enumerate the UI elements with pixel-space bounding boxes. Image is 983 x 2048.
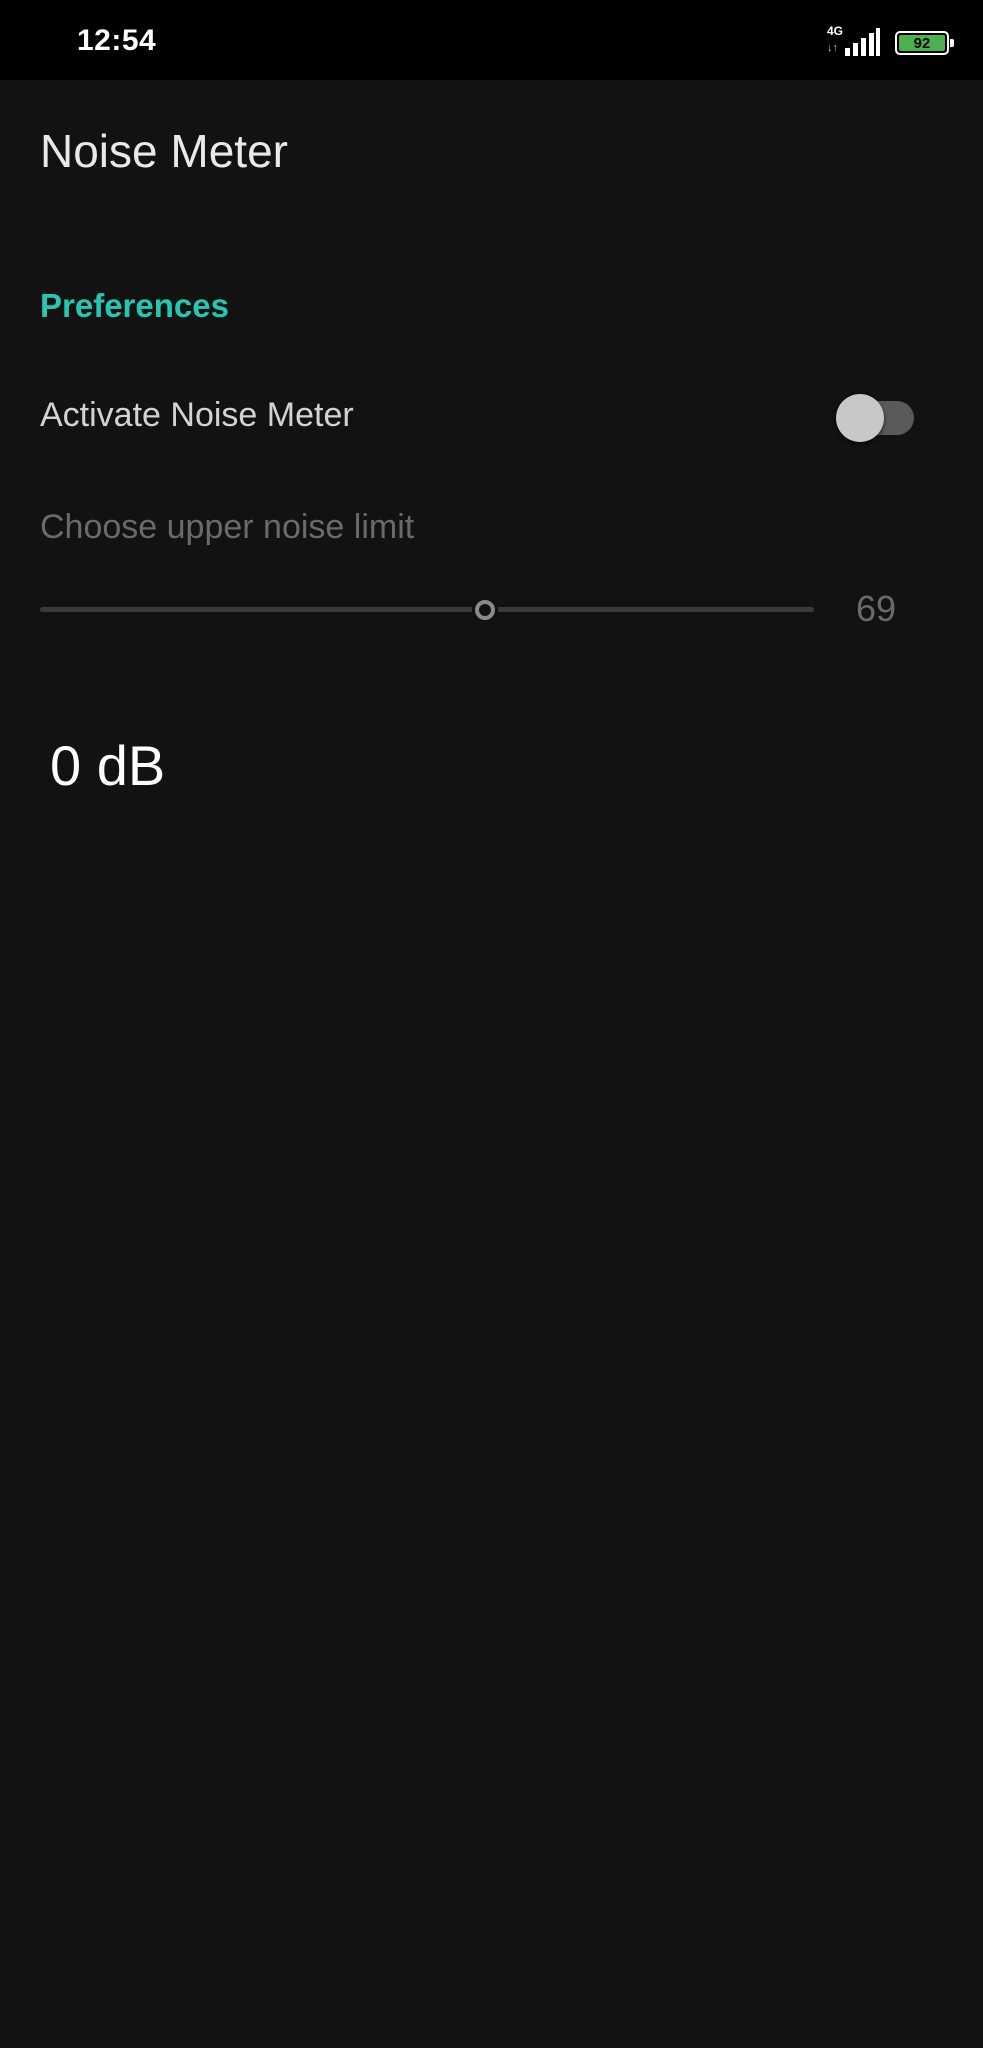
noise-limit-label: Choose upper noise limit bbox=[40, 508, 415, 546]
activate-noise-meter-label: Activate Noise Meter bbox=[40, 396, 354, 434]
battery-level: 92 bbox=[899, 35, 945, 52]
signal-bars-icon bbox=[845, 28, 880, 56]
switch-thumb bbox=[836, 394, 884, 442]
decibel-reading: 0 dB bbox=[50, 734, 166, 797]
network-type-label: 4G bbox=[827, 24, 844, 38]
slider-track bbox=[40, 607, 814, 612]
data-activity-icon: ↓↑ bbox=[827, 42, 838, 54]
noise-limit-slider[interactable] bbox=[40, 588, 814, 632]
status-bar: 12:54 4G ↓↑ 92 bbox=[0, 0, 983, 80]
activate-noise-meter-switch[interactable] bbox=[834, 388, 916, 444]
battery-icon: 92 bbox=[895, 31, 954, 55]
network-indicator: 4G ↓↑ bbox=[827, 24, 881, 60]
noise-limit-value: 69 bbox=[856, 588, 897, 629]
status-icons: 4G ↓↑ 92 bbox=[827, 24, 954, 60]
preferences-section-header: Preferences bbox=[40, 287, 229, 324]
status-time: 12:54 bbox=[77, 24, 157, 57]
activate-noise-meter-row[interactable]: Activate Noise Meter bbox=[0, 360, 983, 476]
battery-cap bbox=[950, 39, 954, 47]
slider-thumb[interactable] bbox=[475, 600, 495, 620]
page-title: Noise Meter bbox=[40, 125, 288, 177]
